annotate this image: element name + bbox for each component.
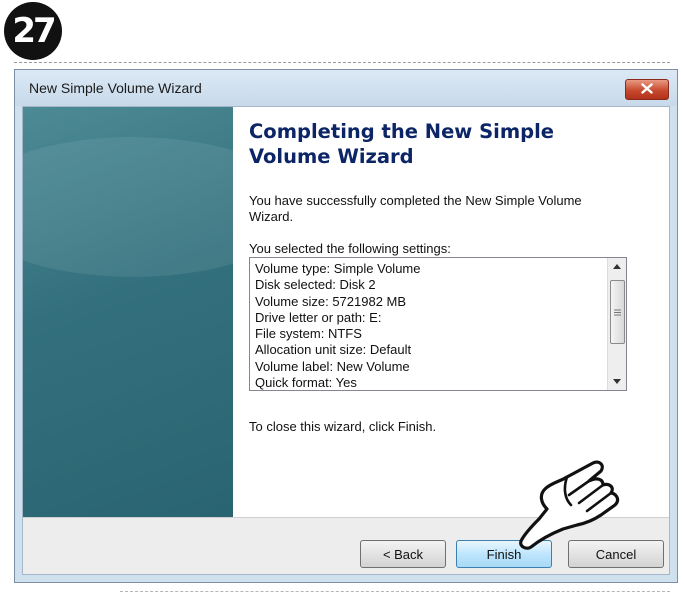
close-instruction: To close this wizard, click Finish. [249,419,437,434]
settings-list: Volume type: Simple Volume Disk selected… [255,261,604,391]
settings-list-item: Disk selected: Disk 2 [255,277,376,293]
top-divider [14,62,670,64]
grip-icon [614,309,621,315]
page-heading: Completing the New Simple Volume Wizard [249,120,555,168]
success-message: You have successfully completed the New … [249,193,582,224]
title-bar[interactable]: New Simple Volume Wizard [15,70,677,106]
vertical-scrollbar[interactable] [607,258,626,390]
wizard-side-panel [23,107,233,517]
settings-list-item: Quick format: Yes [255,375,357,391]
bottom-divider [120,591,670,593]
close-button[interactable] [625,79,669,100]
side-panel-sheen [23,137,233,277]
settings-list-item: Volume size: 5721982 MB [255,293,407,309]
step-number-badge: 27 [4,2,62,60]
settings-list-item: Volume label: New Volume [255,358,410,374]
settings-list-item: Volume type: Simple Volume [255,261,421,276]
settings-listbox[interactable]: Volume type: Simple Volume Disk selected… [249,257,627,391]
back-button[interactable]: < Back [360,540,446,568]
settings-label: You selected the following settings: [249,241,451,256]
pointing-hand-icon [519,460,620,550]
scroll-down-icon [613,379,621,384]
scrollbar-thumb[interactable] [610,280,625,344]
window-title: New Simple Volume Wizard [29,80,202,96]
close-icon [641,81,653,99]
scroll-up-button[interactable] [608,258,626,275]
scroll-up-icon [613,264,621,269]
scroll-down-button[interactable] [608,373,626,390]
settings-list-item: Drive letter or path: E: [255,309,382,325]
settings-list-item: Allocation unit size: Default [255,342,412,358]
settings-list-item: File system: NTFS [255,326,362,342]
